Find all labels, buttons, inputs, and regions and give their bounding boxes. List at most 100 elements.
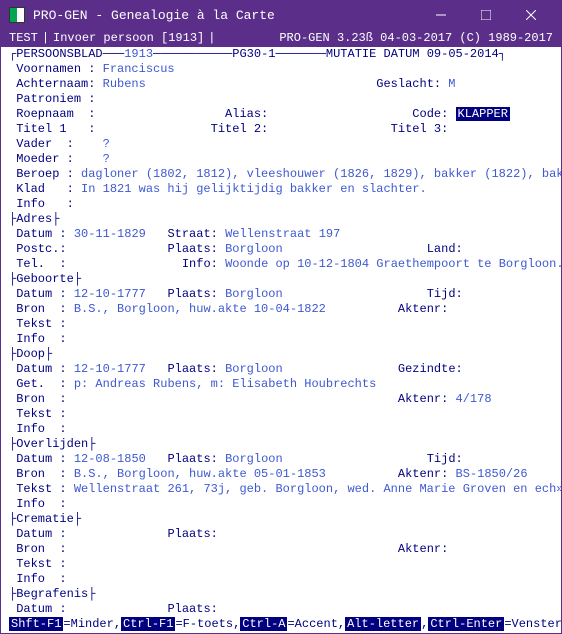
titlebar[interactable]: PRO-GEN - Genealogie à la Carte: [1, 1, 561, 29]
geboorte-tekst-label: Tekst :: [16, 317, 66, 331]
version-info: PRO-GEN 3.23ß 04-03-2017 (C) 1989-2017: [279, 31, 553, 45]
doop-datum-row: Datum : 12-10-1777 Plaats: Borgloon Gezi…: [9, 362, 553, 377]
key-ctrl-enter: Ctrl-Enter: [428, 617, 504, 631]
vader-value[interactable]: ?: [103, 137, 110, 151]
klad-value[interactable]: In 1821 was hij gelijktijdig bakker en s…: [81, 182, 427, 196]
doop-get-value[interactable]: p: Andreas Rubens, m: Elisabeth Houbrech…: [74, 377, 376, 391]
header-row: ┌PERSOONSBLAD───1913───────────PG30-1───…: [9, 47, 553, 62]
close-button[interactable]: [508, 1, 553, 29]
doop-plaats-value[interactable]: Borgloon: [225, 362, 283, 376]
key-alt-letter: Alt-letter: [345, 617, 421, 631]
klad-row: Klad : In 1821 was hij gelijktijdig bakk…: [9, 182, 553, 197]
moeder-value[interactable]: ?: [103, 152, 110, 166]
app-window: PRO-GEN - Genealogie à la Carte TEST | I…: [0, 0, 562, 634]
adres-datum-value[interactable]: 30-11-1829: [74, 227, 146, 241]
geboorte-bron-value[interactable]: B.S., Borgloon, huw.akte 10-04-1822: [74, 302, 326, 316]
menu-invoer[interactable]: Invoer persoon [1913]: [53, 31, 204, 45]
adres-postc-row: Postc.: Plaats: Borgloon Land:: [9, 242, 553, 257]
adres-datum-label: Datum :: [16, 227, 66, 241]
vader-row: Vader : ?: [9, 137, 553, 152]
beroep-value[interactable]: dagloner (1802, 1812), vleeshouwer (1826…: [81, 167, 561, 181]
roepnaam-row: Roepnaam : Alias: Code: KLAPPER: [9, 107, 553, 122]
overlijden-datum-label: Datum :: [16, 452, 66, 466]
geboorte-section: ├Geboorte├: [9, 272, 553, 287]
titel-row: Titel 1 : Titel 2: Titel 3:: [9, 122, 553, 137]
klad-label: Klad :: [16, 182, 74, 196]
titel2-label: Titel 2:: [211, 122, 269, 136]
adres-datum-row: Datum : 30-11-1829 Straat: Wellenstraat …: [9, 227, 553, 242]
adres-tel-label: Tel. :: [16, 257, 66, 271]
key-ctrl-f1: Ctrl-F1: [121, 617, 175, 631]
doop-tekst-label: Tekst :: [16, 407, 66, 421]
doop-aktenr-label: Aktenr:: [398, 392, 448, 406]
voornamen-value[interactable]: Franciscus: [103, 62, 175, 76]
geboorte-datum-label: Datum :: [16, 287, 66, 301]
code-value[interactable]: KLAPPER: [456, 107, 510, 121]
adres-plaats-value[interactable]: Borgloon: [225, 242, 283, 256]
menubar[interactable]: TEST | Invoer persoon [1913] | PRO-GEN 3…: [1, 29, 561, 47]
adres-postc-label: Postc.:: [16, 242, 66, 256]
overlijden-plaats-label: Plaats:: [167, 452, 217, 466]
geboorte-header: Geboorte: [16, 272, 74, 286]
overlijden-aktenr-label: Aktenr:: [398, 467, 448, 481]
achternaam-value[interactable]: Rubens: [103, 77, 146, 91]
window-controls: [418, 1, 553, 29]
doop-tekst-row: Tekst :: [9, 407, 553, 422]
doop-info-row: Info :: [9, 422, 553, 437]
doop-datum-value[interactable]: 12-10-1777: [74, 362, 146, 376]
roepnaam-label: Roepnaam :: [16, 107, 95, 121]
persoonsblad-label: PERSOONSBLAD: [16, 47, 102, 61]
overlijden-datum-value[interactable]: 12-08-1850: [74, 452, 146, 466]
adres-straat-label: Straat:: [167, 227, 217, 241]
geboorte-datum-value[interactable]: 12-10-1777: [74, 287, 146, 301]
geboorte-bron-label: Bron :: [16, 302, 66, 316]
crematie-datum-label: Datum :: [16, 527, 66, 541]
overlijden-tekst-value[interactable]: Wellenstraat 261, 73j, geb. Borgloon, we…: [74, 482, 561, 496]
doop-plaats-label: Plaats:: [167, 362, 217, 376]
adres-info-label: Info:: [182, 257, 218, 271]
adres-info-value[interactable]: Woonde op 10-12-1804 Graethempoort te Bo…: [225, 257, 561, 271]
app-icon: [9, 7, 25, 23]
doop-aktenr-value[interactable]: 4/178: [456, 392, 492, 406]
moeder-row: Moeder : ?: [9, 152, 553, 167]
overlijden-bron-row: Bron : B.S., Borgloon, huw.akte 05-01-18…: [9, 467, 553, 482]
begrafenis-datum-label: Datum :: [16, 602, 66, 615]
overlijden-section: ├Overlijden├: [9, 437, 553, 452]
key-desc4: ,: [421, 617, 428, 631]
status-bar: Shft-F1=Minder,Ctrl-F1=F-toets,Ctrl-A=Ac…: [1, 615, 561, 633]
geboorte-info-row: Info :: [9, 332, 553, 347]
geboorte-aktenr-label: Aktenr:: [398, 302, 448, 316]
key-shft-f1: Shft-F1: [9, 617, 63, 631]
mutation-date: MUTATIE DATUM 09-05-2014: [326, 47, 499, 61]
page-indicator: PG30-1: [232, 47, 275, 61]
minimize-button[interactable]: [418, 1, 463, 29]
code-label: Code:: [412, 107, 448, 121]
overlijden-datum-row: Datum : 12-08-1850 Plaats: Borgloon Tijd…: [9, 452, 553, 467]
patroniem-label: Patroniem :: [16, 92, 95, 106]
overlijden-tekst-row: Tekst : Wellenstraat 261, 73j, geb. Borg…: [9, 482, 553, 497]
maximize-button[interactable]: [463, 1, 508, 29]
vader-label: Vader :: [16, 137, 74, 151]
begrafenis-section: ├Begrafenis├: [9, 587, 553, 602]
overlijden-plaats-value[interactable]: Borgloon: [225, 452, 283, 466]
info-label: Info :: [16, 197, 74, 211]
overlijden-tijd-label: Tijd:: [427, 452, 463, 466]
adres-tel-row: Tel. : Info: Woonde op 10-12-1804 Graeth…: [9, 257, 553, 272]
titel1-label: Titel 1 :: [16, 122, 95, 136]
overlijden-aktenr-value[interactable]: BS-1850/26: [456, 467, 528, 481]
crematie-aktenr-label: Aktenr:: [398, 542, 448, 556]
menu-test[interactable]: TEST: [9, 31, 38, 45]
crematie-info-row: Info :: [9, 572, 553, 587]
overlijden-bron-value[interactable]: B.S., Borgloon, huw.akte 05-01-1853: [74, 467, 326, 481]
info-row: Info :: [9, 197, 553, 212]
adres-straat-value[interactable]: Wellenstraat 197: [225, 227, 340, 241]
begrafenis-datum-row: Datum : Plaats:: [9, 602, 553, 615]
moeder-label: Moeder :: [16, 152, 74, 166]
overlijden-header: Overlijden: [16, 437, 88, 451]
doop-datum-label: Datum :: [16, 362, 66, 376]
geboorte-plaats-value[interactable]: Borgloon: [225, 287, 283, 301]
doop-section: ├Doop├: [9, 347, 553, 362]
overlijden-bron-label: Bron :: [16, 467, 66, 481]
crematie-datum-row: Datum : Plaats:: [9, 527, 553, 542]
geslacht-value[interactable]: M: [448, 77, 455, 91]
